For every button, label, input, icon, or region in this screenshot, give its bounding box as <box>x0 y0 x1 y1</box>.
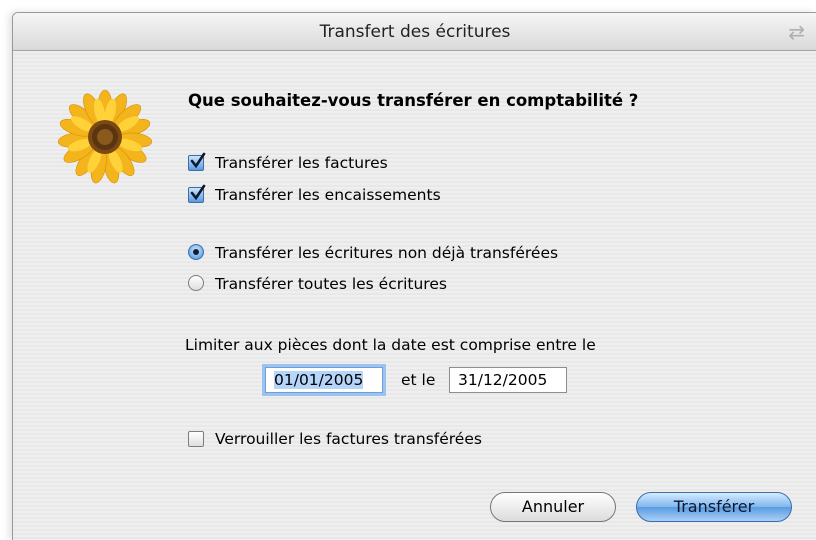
transfer-invoices-label: Transférer les factures <box>215 154 388 172</box>
transfer-button[interactable]: Transférer <box>636 492 792 522</box>
date-to-value: 31/12/2005 <box>458 371 548 389</box>
date-to-field[interactable]: 31/12/2005 <box>449 367 567 393</box>
dialog-heading: Que souhaitez-vous transférer en comptab… <box>188 91 639 110</box>
lock-invoices-label: Verrouiller les factures transférées <box>215 430 482 448</box>
dialog-content: Que souhaitez-vous transférer en comptab… <box>13 51 816 540</box>
swap-arrows-icon[interactable]: ⇄ <box>788 22 805 42</box>
radio-not-yet-transferred-label: Transférer les écritures non déjà transf… <box>215 244 559 262</box>
cancel-button[interactable]: Annuler <box>490 492 616 522</box>
sunflower-icon <box>57 89 153 184</box>
checkbox-unchecked-icon[interactable] <box>188 431 204 447</box>
date-range-label: Limiter aux pièces dont la date est comp… <box>185 336 596 354</box>
checkbox-checked-icon[interactable] <box>188 152 206 171</box>
date-separator: et le <box>401 371 436 389</box>
title-bar[interactable]: Transfert des écritures ⇄ <box>13 13 816 51</box>
window-title: Transfert des écritures <box>319 22 511 42</box>
checkbox-checked-icon[interactable] <box>188 184 206 203</box>
date-from-field[interactable]: 01/01/2005 <box>265 367 383 393</box>
radio-selected-icon[interactable] <box>188 244 204 260</box>
date-from-value: 01/01/2005 <box>274 371 364 389</box>
radio-all-entries-label: Transférer toutes les écritures <box>215 275 447 293</box>
transfer-payments-label: Transférer les encaissements <box>215 186 441 204</box>
dialog-window: Transfert des écritures ⇄ Que souhaitez-… <box>12 12 816 540</box>
radio-unselected-icon[interactable] <box>188 275 204 291</box>
